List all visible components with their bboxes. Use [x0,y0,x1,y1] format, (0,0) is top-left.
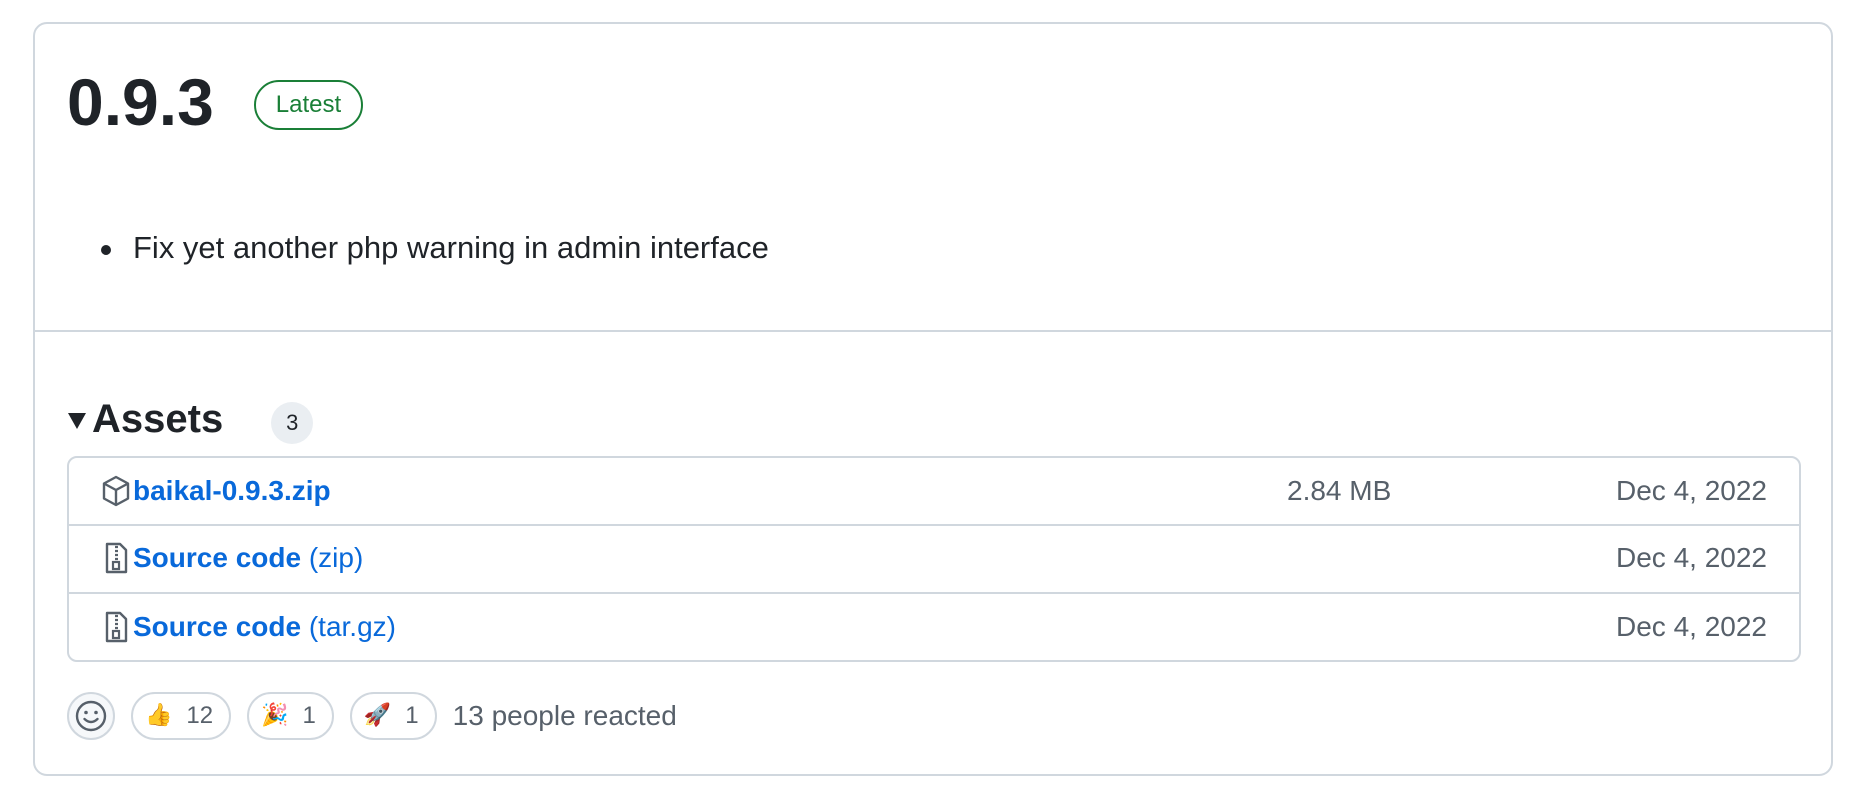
release-notes: Fix yet another php warning in admin int… [101,229,769,266]
reaction-hooray-button[interactable]: 🎉 1 [247,692,334,740]
release-header: 0.9.3 Latest [67,69,364,135]
caret-down-icon[interactable] [68,413,86,429]
asset-row: baikal-0.9.3.zip 2.84 MB Dec 4, 2022 [69,458,1799,524]
assets-title[interactable]: Assets [92,399,223,439]
reaction-summary: 13 people reacted [452,700,677,731]
asset-link[interactable]: baikal-0.9.3.zip [133,475,331,507]
asset-date: Dec 4, 2022 [1616,611,1767,642]
asset-size: 2.84 MB [1287,475,1392,506]
latest-badge: Latest [253,80,364,130]
assets-list: baikal-0.9.3.zip 2.84 MB Dec 4, 2022 Sou… [67,456,1801,662]
reactions-bar: 👍 12 🎉 1 🚀 1 13 people reacted [67,692,677,740]
asset-link[interactable]: Source code (zip) [133,542,363,574]
reaction-rocket-button[interactable]: 🚀 1 [349,692,437,740]
rocket-icon: 🚀 [363,703,392,728]
release-note-item: Fix yet another php warning in admin int… [101,229,769,266]
reaction-count: 12 [186,702,214,729]
reaction-count: 1 [302,702,316,729]
release-title[interactable]: 0.9.3 [67,69,214,135]
file-zip-icon [101,542,131,574]
asset-link[interactable]: Source code (tar.gz) [133,611,396,643]
section-divider [35,330,1831,332]
asset-name[interactable]: Source code [133,611,301,642]
asset-format[interactable]: (tar.gz) [309,611,396,642]
asset-name[interactable]: Source code [133,542,301,573]
asset-format[interactable]: (zip) [309,542,363,573]
release-card: 0.9.3 Latest Fix yet another php warning… [33,22,1833,776]
reaction-thumbsup-button[interactable]: 👍 12 [131,692,232,740]
package-icon [101,475,131,507]
asset-date: Dec 4, 2022 [1616,475,1767,506]
asset-row: Source code (zip) Dec 4, 2022 [69,524,1799,590]
thumbs-up-icon: 👍 [145,703,173,728]
assets-count-badge: 3 [271,402,314,444]
smiley-icon [75,700,107,732]
file-zip-icon [101,611,131,643]
add-reaction-button[interactable] [67,692,115,740]
asset-date: Dec 4, 2022 [1616,542,1767,573]
assets-toggle[interactable]: Assets 3 [68,394,314,444]
asset-row: Source code (tar.gz) Dec 4, 2022 [69,592,1799,660]
party-popper-icon: 🎉 [261,703,289,728]
reaction-count: 1 [405,702,419,729]
asset-name[interactable]: baikal-0.9.3.zip [133,475,331,506]
